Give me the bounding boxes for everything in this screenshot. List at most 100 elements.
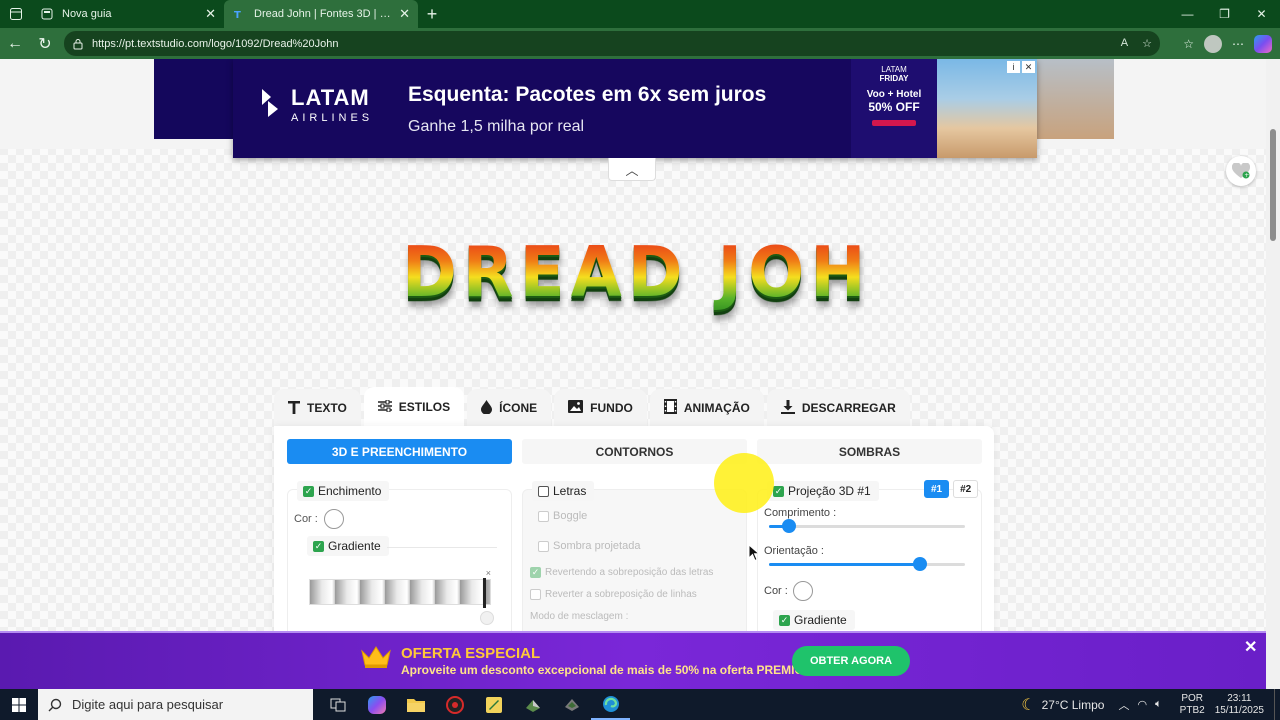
svg-text:T: T (234, 10, 241, 20)
gradient-editor[interactable]: × (309, 568, 491, 608)
maximize-icon[interactable]: ❐ (1206, 0, 1243, 28)
tab-actions-icon[interactable] (0, 0, 32, 28)
collapse-ad-chevron-up-icon[interactable]: ︿ (608, 158, 656, 181)
language-indicator[interactable]: POR PTB2 (1180, 693, 1205, 717)
game-app-icon[interactable] (513, 689, 552, 720)
subtab-3d-fill[interactable]: 3D E PREENCHIMENTO (287, 439, 512, 464)
wifi-icon[interactable]: ◠ (1137, 698, 1147, 711)
profile-avatar[interactable] (1204, 34, 1222, 53)
checkbox-unchecked-icon[interactable] (538, 485, 549, 497)
site-info-icon[interactable] (72, 38, 84, 50)
close-tab-icon[interactable]: ✕ (205, 6, 216, 22)
premium-offer-banner: OFERTA ESPECIAL Aproveite um desconto ex… (0, 631, 1266, 689)
ad-subline: Ganhe 1,5 milha por real (408, 118, 585, 135)
ad-close-icon[interactable]: ✕ (1022, 61, 1035, 73)
projection-toggle[interactable]: ✓ Projeção 3D #1 (767, 481, 879, 501)
task-view-icon[interactable] (318, 689, 357, 720)
projection-gradient-toggle[interactable]: ✓ Gradiente (773, 610, 855, 630)
favorite-star-icon[interactable]: ☆ (1142, 37, 1152, 50)
ad-headline: Esquenta: Pacotes em 6x sem juros (408, 83, 767, 106)
browser-tab-new[interactable]: Nova guia ✕ (32, 0, 224, 28)
projection-1-button[interactable]: #1 (924, 480, 950, 498)
length-label: Comprimento : (764, 507, 837, 519)
edge-browser-icon[interactable] (591, 689, 630, 720)
get-now-button[interactable]: OBTER AGORA (792, 646, 910, 676)
projected-shadow-option[interactable]: Sombra projetada (538, 540, 640, 552)
favorites-icon[interactable]: ☆ (1183, 37, 1194, 51)
scrollbar-thumb[interactable] (1270, 129, 1276, 241)
subtab-outlines[interactable]: CONTORNOS (522, 439, 747, 464)
checkbox-checked-icon[interactable]: ✓ (303, 485, 314, 497)
fill-color-label: Cor : (294, 513, 318, 525)
browser-tab-active[interactable]: T Dread John | Fontes 3D | Gerador ✕ (224, 0, 418, 28)
tab-estilos[interactable]: ESTILOS (363, 387, 465, 427)
latam-ad-banner[interactable]: LATAM AIRLINES Esquenta: Pacotes em 6x s… (233, 59, 1037, 158)
game-app-2-icon[interactable] (552, 689, 591, 720)
record-app-icon[interactable] (435, 689, 474, 720)
new-tab-page-icon (40, 7, 54, 21)
film-icon (663, 399, 677, 417)
editor-app-icon[interactable] (474, 689, 513, 720)
fill-gradient-toggle[interactable]: ✓ Gradiente (307, 536, 389, 556)
show-desktop-button[interactable] (1274, 689, 1280, 720)
ad-info-icon[interactable]: i (1007, 61, 1020, 73)
orientation-slider-knob[interactable] (912, 557, 927, 571)
minimize-icon[interactable]: — (1169, 0, 1206, 28)
copilot-icon[interactable] (1254, 34, 1272, 53)
subtab-shadows[interactable]: SOMBRAS (757, 439, 982, 464)
checkbox-checked-icon[interactable]: ✓ (530, 567, 541, 578)
tab-descarregar[interactable]: DESCARREGAR (766, 389, 910, 427)
window-close-icon[interactable]: ✕ (1243, 0, 1280, 28)
reload-icon[interactable]: ↻ (30, 28, 60, 59)
taskbar-apps (318, 689, 630, 720)
projection-color-swatch[interactable] (793, 581, 813, 601)
checkbox-checked-icon[interactable]: ✓ (313, 540, 324, 552)
boggle-label: Boggle (553, 510, 588, 522)
svg-text:+: + (1244, 172, 1249, 179)
boggle-option[interactable]: Boggle (538, 510, 587, 522)
checkbox-unchecked-icon[interactable] (538, 540, 549, 552)
volume-icon[interactable]: 🔈︎ (1155, 698, 1162, 711)
mouse-pointer-icon (748, 544, 760, 562)
projection-2-button[interactable]: #2 (953, 480, 979, 498)
gradient-position-knob[interactable] (480, 611, 494, 625)
weather-widget[interactable]: ☾ 27°C Limpo (1021, 695, 1104, 715)
tab-animacao[interactable]: ANIMAÇÃO (649, 389, 764, 427)
chevron-up-icon[interactable]: ︿ (1118, 697, 1129, 713)
orientation-slider[interactable] (769, 557, 965, 571)
tab-fundo[interactable]: FUNDO (554, 389, 647, 427)
checkbox-unchecked-icon[interactable] (530, 589, 541, 600)
tab-title: Nova guia (62, 8, 112, 20)
copilot-app-icon[interactable] (357, 689, 396, 720)
checkbox-checked-icon[interactable]: ✓ (773, 485, 784, 497)
checkbox-checked-icon[interactable]: ✓ (779, 614, 790, 626)
checkbox-unchecked-icon[interactable] (538, 510, 549, 522)
tab-icone[interactable]: ÍCONE (467, 389, 552, 427)
revert-lines-option[interactable]: Reverter a sobreposição de linhas (530, 589, 697, 600)
ad-beach-photo (937, 59, 1037, 158)
close-tab-icon[interactable]: ✕ (399, 6, 410, 22)
tab-texto[interactable]: TEXTO (274, 389, 361, 427)
clock[interactable]: 23:11 15/11/2025 (1215, 693, 1264, 717)
length-slider-knob[interactable] (781, 519, 796, 533)
fill-color-swatch[interactable] (324, 509, 344, 529)
length-slider[interactable] (769, 519, 965, 533)
windows-start-icon[interactable] (0, 689, 38, 720)
more-menu-icon[interactable]: ⋯ (1232, 37, 1244, 51)
file-explorer-icon[interactable] (396, 689, 435, 720)
address-bar[interactable]: https://pt.textstudio.com/logo/1092/Drea… (64, 31, 1160, 56)
gradient-stop-handle[interactable] (483, 578, 486, 608)
read-aloud-icon[interactable]: A (1121, 37, 1128, 50)
favorite-heart-icon[interactable]: + (1226, 156, 1256, 186)
close-offer-icon[interactable]: ✕ (1244, 637, 1257, 657)
fill-toggle[interactable]: ✓ Enchimento (297, 481, 390, 501)
revert-letters-option[interactable]: ✓ Revertendo a sobreposição das letras (530, 567, 713, 578)
remove-stop-icon[interactable]: × (486, 568, 491, 578)
letters-toggle[interactable]: Letras (532, 481, 595, 501)
style-subtabs: 3D E PREENCHIMENTO CONTORNOS SOMBRAS (287, 439, 982, 464)
back-arrow-icon[interactable]: ← (0, 28, 30, 59)
taskbar-search[interactable]: Digite aqui para pesquisar (38, 689, 313, 720)
download-icon (780, 399, 795, 417)
page-scrollbar[interactable] (1266, 59, 1280, 689)
new-tab-plus-icon[interactable]: + (418, 0, 446, 28)
